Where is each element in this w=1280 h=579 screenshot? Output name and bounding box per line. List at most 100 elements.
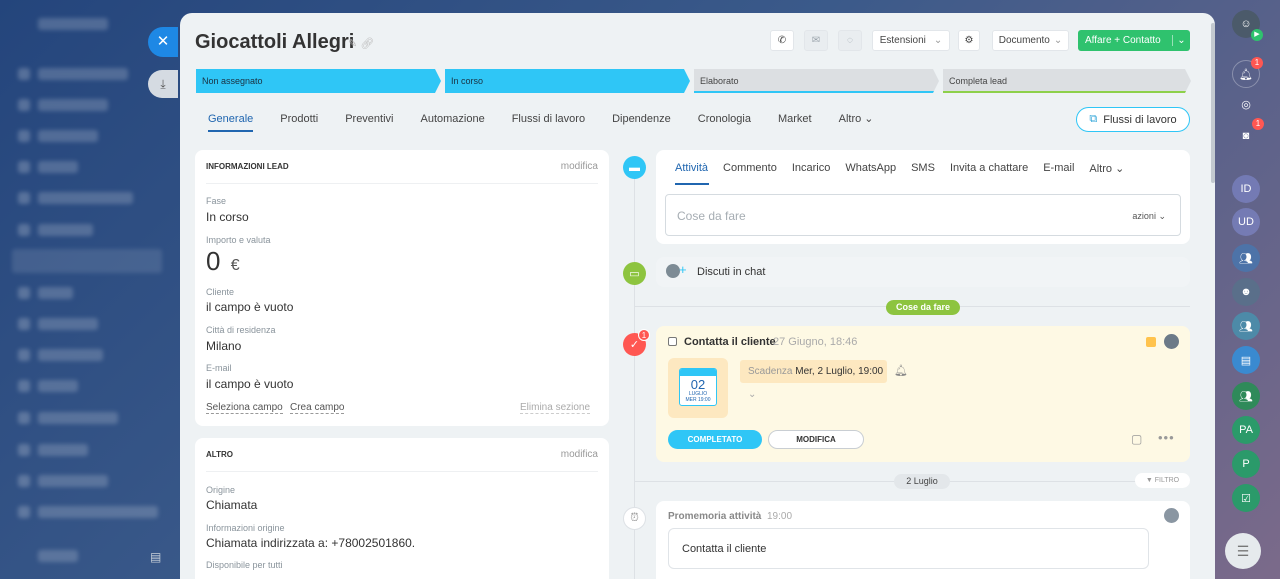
contact-avatar[interactable]: UD [1232,208,1260,236]
todo-divider-badge: Cose da fare [886,300,960,315]
edit-section-link[interactable]: modifica [561,449,598,460]
check-icon: ✓ [629,339,640,351]
task-title[interactable]: Contatta il cliente [684,336,776,348]
phone-icon: ✆ [777,35,787,46]
contact-avatar[interactable]: ☻ [1232,278,1260,306]
date-divider-badge: 2 Luglio [894,474,950,489]
tab-altro[interactable]: Altro ⌄ [839,110,874,132]
filter-button[interactable]: ▼ FILTRO [1135,473,1190,488]
edit-icon[interactable]: ✎ [348,38,357,50]
field-value[interactable]: Chiamata [206,498,257,512]
calendar-icon: 02 LUGLIO MER 19:00 [679,368,717,406]
field-label: Importo e valuta [206,235,271,245]
tab-email[interactable]: E-mail [1043,162,1074,175]
chevron-down-icon[interactable]: ⌄ [1172,35,1190,46]
sidebar-placeholder [38,506,158,518]
tab-dipendenze[interactable]: Dipendenze [612,110,671,132]
field-value[interactable]: Milano [206,339,241,353]
group-avatar[interactable]: 👥︎ [1232,244,1260,272]
sidebar-placeholder [38,412,118,424]
color-marker[interactable] [1146,337,1156,347]
field-value[interactable]: In corso [206,210,249,224]
field-value[interactable]: Chiamata indirizzata a: +78002501860. [206,536,415,550]
field-value[interactable]: il campo è vuoto [206,300,293,314]
scrollbar[interactable] [1211,23,1215,183]
tab-generale[interactable]: Generale [208,110,254,132]
divider [206,471,598,472]
tab-invita-chat[interactable]: Invita a chattare [950,162,1028,175]
sidebar-placeholder [18,506,30,518]
group-avatar[interactable]: 👥︎ [1232,312,1260,340]
stage-elaborato[interactable]: Elaborato [694,69,939,93]
link-icon[interactable]: 🔗︎ [360,38,374,50]
menu-button[interactable]: ☰ [1225,533,1261,569]
tab-market[interactable]: Market [778,110,812,132]
calendar-day: 02 [690,377,706,392]
deal-contact-button[interactable]: Affare + Contatto ⌄ [1078,30,1190,51]
chat-avatar[interactable]: ▤ [1232,346,1260,374]
tab-commento[interactable]: Commento [723,162,777,175]
bell-icon[interactable]: 🔔︎ [894,364,908,377]
activity-stream-button[interactable]: ◎ [1232,90,1260,118]
sidebar-placeholder [18,475,30,487]
close-slider-button[interactable]: ✕ [148,27,178,57]
tab-automazione[interactable]: Automazione [420,110,484,132]
chat-button[interactable]: ◙ 1 [1232,118,1264,150]
group-avatar[interactable]: 👥︎ [1232,382,1260,410]
stage-in-corso[interactable]: In corso [445,69,690,93]
tab-attivita[interactable]: Attività [675,162,708,175]
tasks-avatar[interactable]: ☑ [1232,484,1260,512]
note-icon[interactable]: ▢ [1131,432,1142,446]
sidebar-placeholder [18,412,30,424]
workflows-button[interactable]: ⧉ Flussi di lavoro [1076,107,1190,132]
stage-completa-lead[interactable]: Completa lead [943,69,1191,93]
calendar-tile: 02 LUGLIO MER 19:00 [668,358,728,418]
chat-icon: ◙ [1242,130,1250,142]
chat-button[interactable]: ◌ [838,30,862,51]
minimize-button[interactable]: ⤓ [148,70,178,98]
more-icon[interactable]: ••• [1158,430,1175,445]
field-value[interactable]: il campo è vuoto [206,377,293,391]
reminder-time: 19:00 [767,511,793,522]
contact-avatar-p[interactable]: P [1232,450,1260,478]
user-avatar[interactable]: ☺ ▶ [1232,10,1263,41]
tab-flussi-di-lavoro[interactable]: Flussi di lavoro [512,110,585,132]
responsible-avatar[interactable] [1164,334,1179,349]
notification-button[interactable]: 🔔︎ 1 [1232,57,1263,88]
deadline-selector[interactable]: Scadenza Mer, 2 Luglio, 19:00 ⌄ [740,360,887,400]
contact-avatar[interactable]: ID [1232,175,1260,203]
reminder-card: Promemoria attività 19:00 Contatta il cl… [656,501,1190,579]
task-checkbox[interactable] [668,337,677,346]
settings-button[interactable]: ⚙ [958,30,980,51]
chat-discuss-row[interactable]: + Discuti in chat [656,257,1190,287]
sidebar-placeholder [18,444,30,456]
tab-incarico[interactable]: Incarico [792,162,831,175]
select-field-link[interactable]: Seleziona campo [206,402,283,414]
tab-preventivi[interactable]: Preventivi [345,110,393,132]
document-dropdown[interactable]: Documento ⌄ [992,30,1069,51]
contact-avatar-pa[interactable]: PA [1232,416,1260,444]
print-icon[interactable]: ▤ [150,550,161,564]
extensions-dropdown[interactable]: Estensioni ⌄ [872,30,950,51]
field-label: Cliente [206,287,235,297]
edit-task-button[interactable]: MODIFICA [768,430,864,449]
email-button[interactable]: ✉ [804,30,828,51]
task-card: Contatta il cliente 27 Giugno, 18:46 02 … [656,326,1190,462]
call-button[interactable]: ✆ [770,30,794,51]
tab-sms[interactable]: SMS [911,162,935,175]
complete-task-button[interactable]: COMPLETATO [668,430,762,449]
tab-altro-activity[interactable]: Altro ⌄ [1089,162,1124,175]
amount-value[interactable]: 0 € [206,246,240,277]
tab-whatsapp[interactable]: WhatsApp [845,162,896,175]
tab-prodotti[interactable]: Prodotti [280,110,318,132]
group-icon: 👥︎ [1239,390,1253,403]
stage-non-assegnato[interactable]: Non assegnato [196,69,441,93]
actions-dropdown[interactable]: azioni ⌄ [1132,211,1166,222]
tab-cronologia[interactable]: Cronologia [698,110,751,132]
todo-input[interactable]: Cose da fare azioni ⌄ [665,194,1181,236]
calendar-header [680,369,716,376]
create-field-link[interactable]: Crea campo [290,402,345,414]
delete-section-link[interactable]: Elimina sezione [520,402,591,414]
edit-section-link[interactable]: modifica [561,161,598,172]
responsible-avatar[interactable] [1164,508,1179,523]
